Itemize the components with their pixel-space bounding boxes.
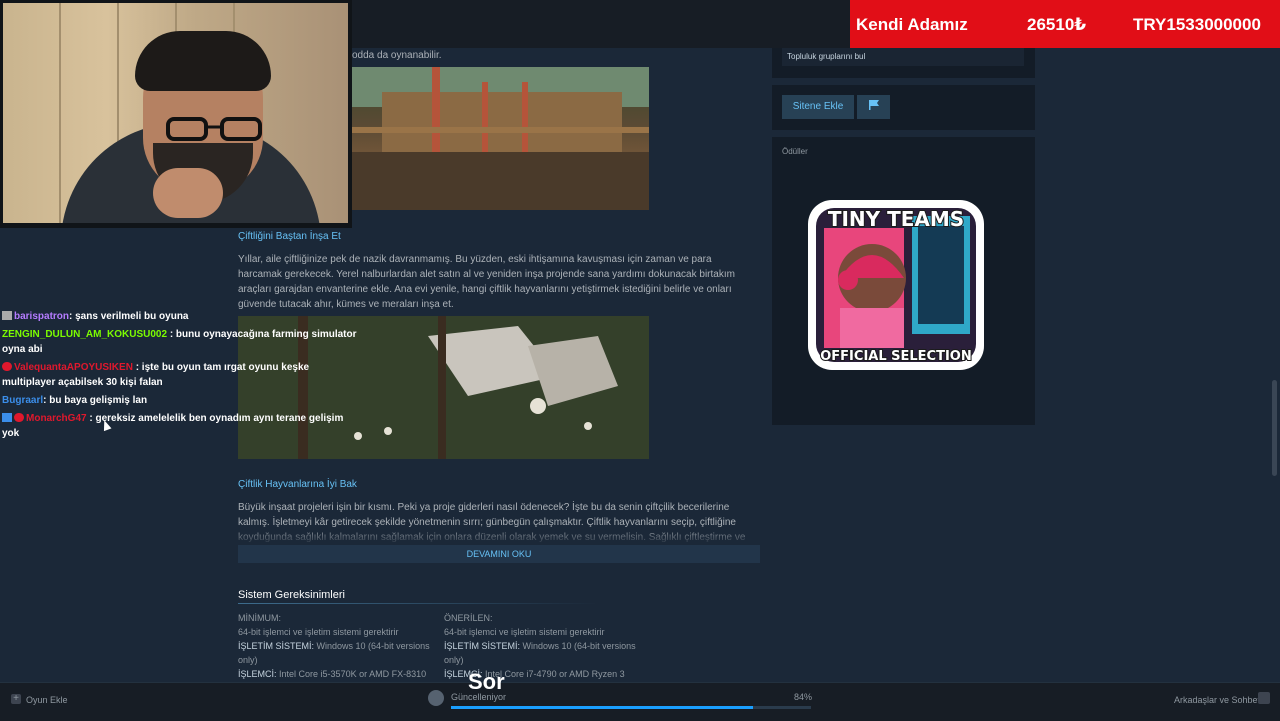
- game-screenshot-construction[interactable]: [352, 67, 649, 210]
- webcam-image: [3, 3, 348, 223]
- chat-message: ValequantaAPOYUSIKEN : işte bu oyun tam …: [2, 360, 362, 390]
- webcam-overlay: [0, 0, 352, 228]
- section-body-build: Yıllar, aile çiftliğinize pek de nazik d…: [238, 254, 735, 310]
- donation-alert: Kendi Adamız 26510₺ TRY1533000000: [850, 0, 1280, 48]
- overlay-caption: Sor: [468, 669, 505, 694]
- chat-text: : şans verilmeli bu oyuna: [69, 311, 189, 322]
- friends-chat-icon[interactable]: [1258, 692, 1270, 704]
- chat-badge-icon: [2, 413, 12, 422]
- min-heading: MİNİMUM:: [238, 613, 281, 623]
- rec-heading: ÖNERİLEN:: [444, 613, 493, 623]
- chat-username: Bugraarl: [2, 395, 44, 406]
- download-percent: 84%: [794, 692, 813, 702]
- friends-chat-button[interactable]: Arkadaşlar ve Sohbet: [1174, 695, 1260, 705]
- badge-subtitle: OFFICIAL SELECTION: [820, 349, 971, 364]
- add-game-button[interactable]: Oyun Ekle: [26, 695, 68, 705]
- page-scrollbar[interactable]: [1272, 380, 1277, 476]
- flag-icon: [868, 100, 879, 110]
- chat-text: : bu baya gelişmiş lan: [43, 395, 148, 406]
- screenshot-art: [352, 67, 649, 210]
- rec-os-label: İŞLETİM SİSTEMİ:: [444, 641, 521, 651]
- sysreq-minimum: MİNİMUM: 64-bit işlemci ve işletim siste…: [238, 611, 433, 681]
- add-game-plus-icon[interactable]: +: [11, 694, 21, 704]
- awards-label: Ödüller: [782, 147, 808, 156]
- chat-message: barispatron: şans verilmeli bu oyuna: [2, 309, 362, 324]
- text-fade: [238, 527, 760, 545]
- donation-amount: 26510₺: [1027, 15, 1087, 34]
- badge-title: TINY TEAMS: [828, 207, 964, 231]
- donation-goal: TRY1533000000: [1133, 15, 1261, 34]
- glasses-shape: [166, 117, 262, 141]
- section-title-build: Çiftliğini Baştan İnşa Et: [238, 231, 341, 242]
- chat-message: ZENGIN_DULUN_AM_KOKUSU002 : bunu oynayac…: [2, 327, 362, 357]
- min-line1: 64-bit işlemci ve işletim sistemi gerekt…: [238, 627, 399, 637]
- system-requirements-title: Sistem Gereksinimleri: [238, 589, 345, 601]
- rec-line1: 64-bit işlemci ve işletim sistemi gerekt…: [444, 627, 605, 637]
- chat-badge-icon: [2, 311, 12, 320]
- min-cpu-value: Intel Core i5-3570K or AMD FX-8310: [279, 669, 427, 679]
- section-title-animals: Çiftlik Hayvanlarına İyi Bak: [238, 479, 357, 490]
- download-game-icon: [428, 690, 444, 706]
- chat-message: MonarchG47 : gereksiz amelelelik ben oyn…: [2, 411, 362, 441]
- tiny-teams-award-badge[interactable]: TINY TEAMS OFFICIAL SELECTION: [800, 188, 992, 382]
- donor-name: Kendi Adamız: [856, 15, 968, 34]
- chat-username: ZENGIN_DULUN_AM_KOKUSU002: [2, 329, 168, 340]
- chat-message: Bugraarl: bu baya gelişmiş lan: [2, 393, 362, 408]
- report-flag-button[interactable]: [857, 95, 890, 119]
- intro-text-fragment: odda da oynanabilir.: [352, 50, 442, 61]
- add-to-site-button[interactable]: Sitene Ekle: [782, 95, 854, 119]
- bottom-bar: [0, 682, 1280, 721]
- download-progress-bar[interactable]: [451, 706, 811, 709]
- chat-username: MonarchG47: [26, 413, 87, 424]
- min-os-label: İŞLETİM SİSTEMİ:: [238, 641, 315, 651]
- chat-username: barispatron: [14, 311, 70, 322]
- download-progress-fill: [451, 706, 754, 709]
- chat-badge-icon: [14, 413, 24, 422]
- find-groups-link[interactable]: Topluluk gruplarını bul: [782, 48, 1024, 66]
- read-more-button[interactable]: DEVAMINI OKU: [238, 545, 760, 563]
- chat-username: ValequantaAPOYUSIKEN: [14, 362, 133, 373]
- min-cpu-label: İŞLEMCİ:: [238, 669, 277, 679]
- chat-badge-icon: [2, 362, 12, 371]
- divider: [238, 603, 598, 604]
